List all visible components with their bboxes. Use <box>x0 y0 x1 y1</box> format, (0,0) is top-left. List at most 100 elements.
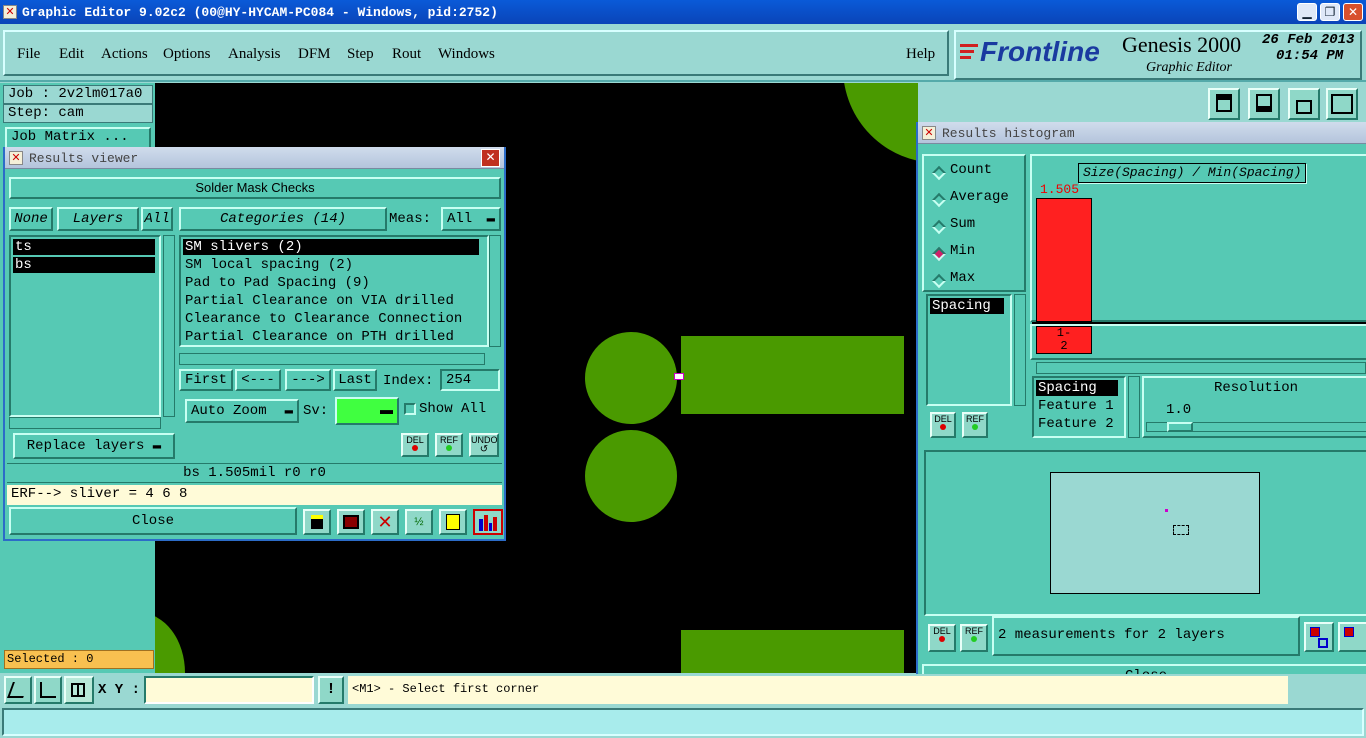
average-label[interactable]: Average <box>950 189 1009 205</box>
category-item[interactable]: SM slivers (2) <box>183 239 479 255</box>
menu-step[interactable]: Step <box>347 46 374 63</box>
category-item[interactable]: Partial Clearance on VIA drilled <box>183 293 454 309</box>
layer-display-icon[interactable] <box>303 509 331 535</box>
last-button[interactable]: Last <box>333 369 377 391</box>
average-radio[interactable] <box>931 192 947 208</box>
sv-color-dropdown[interactable]: ▬ <box>335 397 399 425</box>
minimize-button[interactable]: ▁ <box>1297 3 1317 21</box>
categories-list[interactable]: SM slivers (2) SM local spacing (2) Pad … <box>179 235 489 347</box>
overview-del-icon[interactable]: DEL <box>928 624 956 652</box>
min-radio[interactable] <box>931 246 947 262</box>
field-list[interactable]: Spacing Feature 1 Feature 2 <box>1032 376 1126 438</box>
ref-icon[interactable]: REF <box>435 433 463 457</box>
categories-hscrollbar[interactable] <box>179 353 485 365</box>
field-scrollbar[interactable] <box>1128 376 1140 438</box>
xy-view-icon[interactable] <box>1326 88 1358 120</box>
field-item[interactable]: Feature 2 <box>1036 416 1114 432</box>
results-histogram-titlebar[interactable]: ✕ Results histogram <box>918 122 1366 144</box>
histogram-hscrollbar[interactable] <box>1036 362 1366 374</box>
hist-ref-icon[interactable]: REF <box>962 412 988 438</box>
prev-button[interactable]: <--- <box>235 369 281 391</box>
menu-dfm[interactable]: DFM <box>298 46 331 63</box>
overview-ref-icon[interactable]: REF <box>960 624 988 652</box>
menu-rout[interactable]: Rout <box>392 46 421 63</box>
layer-swap-2-icon[interactable] <box>1338 622 1366 652</box>
category-item[interactable]: Pad to Pad Spacing (9) <box>183 275 370 291</box>
view-bottom-icon[interactable] <box>1248 88 1280 120</box>
zoom-window-icon[interactable] <box>4 676 32 704</box>
overview-panel[interactable] <box>924 450 1366 616</box>
results-viewer-close-button[interactable]: Close <box>9 507 297 535</box>
layers-scrollbar[interactable] <box>163 235 175 417</box>
menu-help[interactable]: Help <box>906 46 935 63</box>
undo-icon[interactable]: UNDO ↺ <box>469 433 499 457</box>
menu-analysis[interactable]: Analysis <box>228 46 281 63</box>
categories-button[interactable]: Categories (14) <box>179 207 387 231</box>
histogram-icon[interactable] <box>473 509 503 535</box>
layer-item[interactable]: ts <box>13 239 155 255</box>
job-matrix-button[interactable]: Job Matrix ... <box>5 127 151 149</box>
snap-grid-icon[interactable] <box>64 676 94 704</box>
copper-pad-round <box>155 613 185 673</box>
copper-pad-rect <box>681 630 904 673</box>
layer-swap-icon[interactable] <box>1304 622 1334 652</box>
layers-button[interactable]: Layers <box>57 207 139 231</box>
count-label[interactable]: Count <box>950 162 992 178</box>
hist-del-icon[interactable]: DEL <box>930 412 956 438</box>
view-top-icon[interactable] <box>1208 88 1240 120</box>
menu-windows[interactable]: Windows <box>438 46 495 63</box>
max-radio[interactable] <box>931 273 947 289</box>
sum-radio[interactable] <box>931 219 947 235</box>
solder-mask-checks-header[interactable]: Solder Mask Checks <box>9 177 501 199</box>
restore-button[interactable]: ❐ <box>1320 3 1340 21</box>
measure-item[interactable]: Spacing <box>930 298 1004 314</box>
none-button[interactable]: None <box>9 207 53 231</box>
home-icon[interactable] <box>1288 88 1320 120</box>
menu-options[interactable]: Options <box>163 46 211 63</box>
xy-input[interactable] <box>144 676 314 704</box>
measure-angle-icon[interactable] <box>34 676 62 704</box>
highlight-icon[interactable] <box>337 509 365 535</box>
field-item[interactable]: Spacing <box>1036 380 1118 396</box>
ref-disabled-icon[interactable]: ✕ <box>371 509 399 535</box>
slider-handle[interactable] <box>1167 422 1193 432</box>
sum-label[interactable]: Sum <box>950 216 975 232</box>
auto-zoom-dropdown[interactable]: Auto Zoom ▬ <box>185 399 299 423</box>
next-button[interactable]: ---> <box>285 369 331 391</box>
category-item[interactable]: SM local spacing (2) <box>183 257 353 273</box>
overview-map[interactable] <box>1050 472 1260 594</box>
replace-layers-button[interactable]: Replace layers ▬ <box>13 433 175 459</box>
close-window-button[interactable]: ✕ <box>1343 3 1363 21</box>
first-button[interactable]: First <box>179 369 233 391</box>
results-viewer-close-icon[interactable]: ✕ <box>481 149 500 167</box>
menu-actions[interactable]: Actions <box>101 46 148 63</box>
menu-edit[interactable]: Edit <box>59 46 84 63</box>
report-icon[interactable] <box>439 509 467 535</box>
results-viewer-titlebar[interactable]: ✕ Results viewer ✕ <box>5 147 504 169</box>
layers-list[interactable]: ts bs <box>9 235 161 417</box>
count-radio[interactable] <box>931 165 947 181</box>
field-item[interactable]: Feature 1 <box>1036 398 1114 414</box>
sv-label: Sv: <box>303 403 329 419</box>
layer-item[interactable]: bs <box>13 257 155 273</box>
del-icon[interactable]: DEL <box>401 433 429 457</box>
histogram-chart[interactable]: Size(Spacing) / Min(Spacing) 1.505 <box>1030 154 1366 324</box>
show-all-checkbox[interactable] <box>404 403 416 415</box>
histogram-bar[interactable] <box>1036 198 1092 322</box>
categories-scrollbar[interactable] <box>489 235 501 347</box>
category-item[interactable]: Partial Clearance on PTH drilled <box>183 329 454 345</box>
resolution-slider[interactable] <box>1146 422 1366 432</box>
all-button[interactable]: All <box>141 207 173 231</box>
measure-list[interactable]: Spacing <box>926 294 1012 406</box>
category-item[interactable]: Clearance to Clearance Connection <box>183 311 462 327</box>
alert-icon[interactable]: ! <box>318 676 344 704</box>
index-input[interactable]: 254 <box>440 369 500 391</box>
chart-title: Size(Spacing) / Min(Spacing) <box>1078 163 1307 183</box>
measure-scrollbar[interactable] <box>1014 294 1026 406</box>
compare-icon[interactable]: ½ <box>405 509 433 535</box>
menu-file[interactable]: File <box>17 46 40 63</box>
meas-dropdown[interactable]: All ▬ <box>441 207 501 231</box>
layers-hscrollbar[interactable] <box>9 417 161 429</box>
min-label[interactable]: Min <box>950 243 975 259</box>
max-label[interactable]: Max <box>950 270 975 286</box>
